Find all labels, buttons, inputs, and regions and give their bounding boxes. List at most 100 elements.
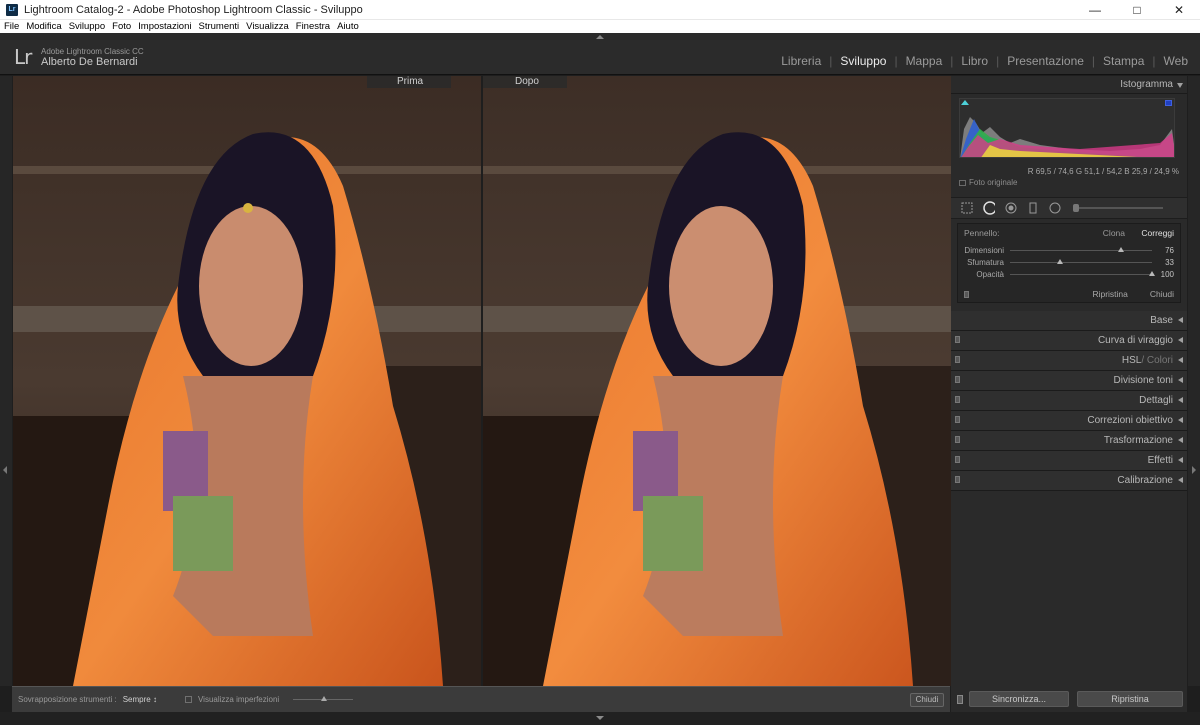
opacity-label: Opacità [976,270,1004,279]
histogram[interactable] [959,98,1175,158]
tool-overlay-select[interactable]: Sempre ↕ [123,695,157,704]
opacity-slider-row: Opacità 100 [964,270,1174,279]
menu-foto[interactable]: Foto [112,21,131,32]
panel-list: Base Curva di viraggio HSL / Colori Divi… [951,311,1187,491]
reset-button[interactable]: Ripristina [1077,691,1183,707]
before-photo [13,76,481,686]
close-tool-button[interactable]: Chiudi [910,693,944,707]
module-libreria[interactable]: Libreria [781,54,821,68]
panel-switch-icon[interactable] [964,291,969,298]
opacity-slider[interactable] [1010,271,1156,276]
module-mappa[interactable]: Mappa [906,54,943,68]
radial-filter-icon[interactable] [1049,202,1061,214]
panel-tone-curve[interactable]: Curva di viraggio [951,331,1187,351]
visualize-spots-label: Visualizza imperfezioni [197,695,280,704]
crop-tool-icon[interactable] [961,202,973,214]
panel-split-toning[interactable]: Divisione toni [951,371,1187,391]
size-slider[interactable] [1010,247,1152,252]
module-sviluppo[interactable]: Sviluppo [840,54,886,68]
menu-sviluppo[interactable]: Sviluppo [69,21,105,32]
panel-switch-icon[interactable] [955,356,960,363]
sync-switch-icon[interactable] [957,694,963,704]
feather-value[interactable]: 33 [1158,258,1174,267]
panel-switch-icon[interactable] [955,336,960,343]
size-slider-thumb[interactable] [1117,247,1124,252]
panel-transform[interactable]: Trasformazione [951,431,1187,451]
module-web[interactable]: Web [1164,54,1188,68]
red-eye-icon[interactable] [1005,202,1017,214]
panel-calibration[interactable]: Calibrazione [951,471,1187,491]
panel-effects-label: Effetti [1147,455,1173,466]
original-photo-toggle[interactable]: Foto originale [951,178,1187,187]
top-panel-toggle-icon[interactable] [596,35,604,39]
expand-filmstrip-icon [596,716,604,720]
panel-hsl[interactable]: HSL / Colori [951,351,1187,371]
expand-transform-icon [1178,437,1183,443]
slider-handle[interactable] [1073,204,1079,212]
sync-button[interactable]: Sincronizza... [969,691,1069,707]
maximize-button[interactable]: □ [1116,0,1158,20]
menu-impostazioni[interactable]: Impostazioni [138,21,191,32]
panel-detail[interactable]: Dettagli [951,391,1187,411]
panel-tone-curve-label: Curva di viraggio [1097,335,1173,346]
threshold-slider-thumb[interactable] [321,696,328,701]
panel-lens-corrections[interactable]: Correzioni obiettivo [951,411,1187,431]
panel-switch-icon[interactable] [955,436,960,443]
module-presentazione[interactable]: Presentazione [1007,54,1084,68]
menu-finestra[interactable]: Finestra [296,21,330,32]
shadow-clipping-icon[interactable] [961,100,969,105]
before-image-view[interactable]: Prima [13,76,481,686]
module-libro[interactable]: Libro [961,54,988,68]
panel-switch-icon[interactable] [955,416,960,423]
right-panel-toggle[interactable] [1188,76,1200,686]
original-photo-label: Foto originale [969,178,1018,187]
panel-switch-icon[interactable] [955,456,960,463]
close-window-button[interactable]: ✕ [1158,0,1200,20]
module-separator: | [950,54,954,68]
brush-actions: Ripristina Chiudi [964,289,1174,299]
panel-colori-label[interactable]: / Colori [1141,355,1173,366]
module-separator: | [829,54,833,68]
opacity-value[interactable]: 100 [1158,270,1174,279]
histogram-header[interactable]: Istogramma [951,76,1187,94]
mode-clone-button[interactable]: Clona [1103,228,1125,238]
menu-strumenti[interactable]: Strumenti [199,21,240,32]
graduated-filter-icon[interactable] [1027,202,1039,214]
panel-base[interactable]: Base [951,311,1187,331]
adjustment-brush-slider[interactable] [1073,204,1163,212]
expand-base-icon [1178,317,1183,323]
menu-file[interactable]: File [4,21,19,32]
reset-brush-button[interactable]: Ripristina [1092,289,1127,299]
visualize-spots-checkbox[interactable] [184,696,192,703]
right-panel: Istogramma R 69,5 / 74,6 G 51,1 / 54,2 B… [951,76,1187,686]
feather-slider-thumb[interactable] [1056,259,1063,264]
panel-base-label: Base [1150,315,1173,326]
filmstrip-toggle[interactable] [0,712,1200,725]
original-photo-checkbox[interactable] [959,179,966,186]
panel-switch-icon[interactable] [955,396,960,403]
menu-bar: File Modifica Sviluppo Foto Impostazioni… [0,20,1200,33]
feather-slider[interactable] [1010,259,1152,264]
panel-switch-icon[interactable] [955,476,960,483]
panel-switch-icon[interactable] [955,376,960,383]
close-brush-button[interactable]: Chiudi [1150,289,1174,299]
mode-heal-button[interactable]: Correggi [1141,228,1174,238]
left-panel-toggle[interactable] [0,76,12,686]
maximize-icon: □ [1133,3,1141,17]
menu-modifica[interactable]: Modifica [26,21,61,32]
expand-detail-icon [1178,397,1183,403]
visualize-threshold-slider[interactable] [293,696,354,701]
opacity-slider-thumb[interactable] [1149,271,1156,276]
module-picker: Libreria | Sviluppo | Mappa | Libro | Pr… [781,54,1188,68]
size-value[interactable]: 76 [1158,246,1174,255]
module-stampa[interactable]: Stampa [1103,54,1144,68]
minimize-button[interactable]: — [1074,0,1116,20]
spot-removal-icon[interactable] [983,201,995,215]
after-image-view[interactable]: Dopo [483,76,951,686]
close-icon: ✕ [1173,3,1185,17]
collapse-histogram-icon [1177,83,1183,88]
panel-effects[interactable]: Effetti [951,451,1187,471]
menu-visualizza[interactable]: Visualizza [246,21,289,32]
menu-aiuto[interactable]: Aiuto [337,21,359,32]
highlight-clipping-icon[interactable] [1165,100,1172,106]
